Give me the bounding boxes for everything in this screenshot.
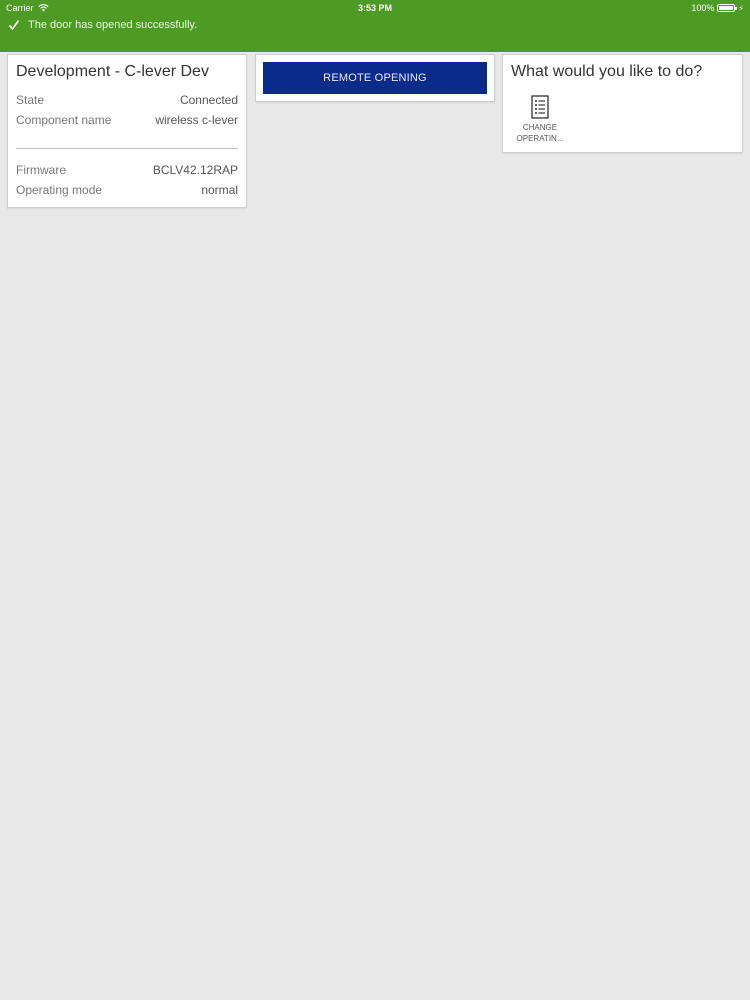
status-bar: Carrier 3:53 PM 100% ⚡ <box>0 0 750 16</box>
device-title: Development - C-lever Dev <box>16 63 209 80</box>
document-list-icon <box>531 95 549 119</box>
info-row-state: State Connected <box>16 93 238 113</box>
info-row-firmware: Firmware BCLV42.12RAP <box>16 163 238 183</box>
info-label: Operating mode <box>16 183 103 197</box>
action-label-line2: OPERATIN... <box>516 134 564 143</box>
action-label-line1: CHANGE <box>522 123 558 132</box>
info-label: Component name <box>16 113 112 127</box>
remote-opening-card: REMOTE OPENING <box>255 54 495 102</box>
battery-percent: 100% <box>691 3 715 13</box>
battery-icon <box>717 4 738 12</box>
status-time: 3:53 PM <box>357 3 392 13</box>
info-value: BCLV42.12RAP <box>152 163 238 177</box>
info-row-operating-mode: Operating mode normal <box>16 183 238 203</box>
battery-info: 100% ⚡ <box>691 3 744 13</box>
info-value: Connected <box>179 93 238 107</box>
divider <box>16 148 238 149</box>
device-info-card: Development - C-lever Dev State Connecte… <box>7 54 247 208</box>
success-notification: The door has opened successfully. <box>8 19 197 31</box>
info-label: State <box>16 93 45 107</box>
info-value: normal <box>201 183 238 197</box>
actions-card: What would you like to do? CHANGE OPERAT… <box>502 54 743 153</box>
info-value: wireless c-lever <box>155 113 238 127</box>
remote-opening-button[interactable]: REMOTE OPENING <box>263 62 487 94</box>
info-label: Firmware <box>16 163 66 177</box>
check-icon <box>8 20 20 31</box>
notification-message: The door has opened successfully. <box>28 19 198 31</box>
charging-icon: ⚡ <box>738 3 744 13</box>
header-bar: Carrier 3:53 PM 100% ⚡ The door has open… <box>0 0 750 52</box>
change-operating-mode-action[interactable]: CHANGE OPERATIN... <box>513 95 567 149</box>
actions-heading: What would you like to do? <box>511 63 703 80</box>
info-row-component-name: Component name wireless c-lever <box>16 113 238 133</box>
